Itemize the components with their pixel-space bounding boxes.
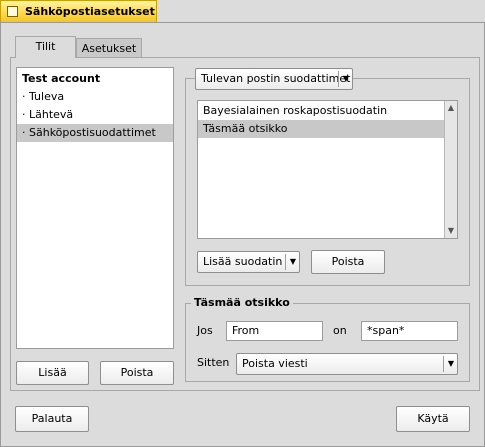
remove-filter-button[interactable]: Poista xyxy=(311,250,385,274)
filter-item-match-header-label: Täsmää otsikko xyxy=(203,122,288,135)
add-filter-value: Lisää suodatin xyxy=(203,255,283,268)
header-field-input[interactable]: From xyxy=(226,321,323,341)
accounts-list[interactable]: Test account · Tuleva · Lähtevä · Sähköp… xyxy=(16,67,174,349)
revert-button[interactable]: Palauta xyxy=(15,406,89,432)
filters-list[interactable]: Bayesialainen roskapostisuodatin Täsmää … xyxy=(197,100,458,239)
account-item-lahteva[interactable]: · Lähtevä xyxy=(17,106,173,124)
match-header-title: Täsmää otsikko xyxy=(191,296,293,309)
account-test[interactable]: Test account xyxy=(17,70,173,88)
action-combo[interactable]: Poista viesti ▼ xyxy=(236,353,458,375)
account-item-suodattimet[interactable]: · Sähköpostisuodattimet xyxy=(17,124,173,142)
chevron-down-icon: ▼ xyxy=(447,359,455,368)
add-filter-combo[interactable]: Lisää suodatin ▼ xyxy=(197,251,300,273)
remove-account-button[interactable]: Poista xyxy=(100,361,174,385)
then-label: Sitten xyxy=(197,356,230,369)
window-title: Sähköpostiasetukset xyxy=(25,5,155,18)
if-label: Jos xyxy=(197,324,213,337)
chevron-down-icon: ▼ xyxy=(289,257,297,266)
on-label: on xyxy=(333,324,347,337)
filters-scrollbar[interactable]: ▲ ▼ xyxy=(444,101,457,238)
account-item-suodattimet-label: · Sähköpostisuodattimet xyxy=(22,126,156,139)
filter-item-bayes-label: Bayesialainen roskapostisuodatin xyxy=(203,104,388,117)
tab-asetukset[interactable]: Asetukset xyxy=(76,38,142,58)
filter-type-combo[interactable]: Tulevan postin suodattimet ▼ xyxy=(195,68,353,90)
account-item-tuleva-label: · Tuleva xyxy=(22,90,65,103)
window-menu-icon[interactable] xyxy=(7,6,18,17)
chevron-down-icon: ▼ xyxy=(342,74,350,83)
tab-asetukset-label: Asetukset xyxy=(81,42,137,55)
scroll-up-icon[interactable]: ▲ xyxy=(445,102,457,114)
window-title-tab[interactable]: Sähköpostiasetukset xyxy=(0,0,157,23)
action-value: Poista viesti xyxy=(242,357,308,370)
filter-item-bayes[interactable]: Bayesialainen roskapostisuodatin xyxy=(198,102,457,120)
tab-tilit[interactable]: Tilit xyxy=(15,36,76,58)
filter-type-value: Tulevan postin suodattimet xyxy=(201,72,351,85)
account-item-lahteva-label: · Lähtevä xyxy=(22,108,74,121)
scroll-down-icon[interactable]: ▼ xyxy=(445,225,457,237)
account-test-label: Test account xyxy=(22,72,101,85)
pattern-input[interactable]: *span* xyxy=(361,321,458,341)
tab-tilit-label: Tilit xyxy=(35,40,56,53)
account-item-tuleva[interactable]: · Tuleva xyxy=(17,88,173,106)
filter-item-match-header[interactable]: Täsmää otsikko xyxy=(198,120,444,138)
add-account-button[interactable]: Lisää xyxy=(16,361,89,385)
apply-button[interactable]: Käytä xyxy=(396,406,470,432)
